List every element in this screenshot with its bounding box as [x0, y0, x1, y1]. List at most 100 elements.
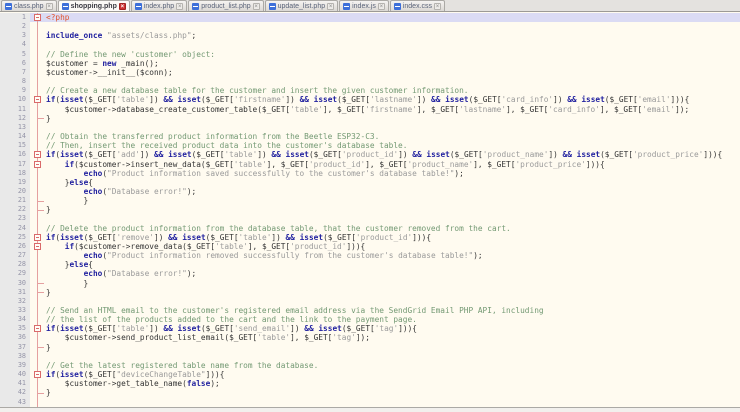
code-token: ])){ [398, 324, 417, 334]
tab-close-icon[interactable]: × [45, 2, 53, 10]
code-row: 16 if(isset($_GET['add']) && isset($_GET[… [0, 150, 740, 160]
code-token: 'table' [290, 104, 323, 114]
code-line[interactable] [46, 77, 740, 86]
code-line[interactable]: if(isset($_GET['remove']) && isset($_GET… [46, 233, 740, 242]
code-token: <?php [46, 13, 70, 22]
code-token: isset [60, 232, 84, 242]
code-line[interactable]: } [46, 114, 740, 123]
code-line[interactable]: // Then, insert the received product dat… [46, 141, 740, 150]
code-line[interactable] [46, 22, 740, 31]
tab-class-php[interactable]: class.php × [1, 0, 57, 11]
code-token: "deviceChangeTable" [116, 370, 206, 380]
code-token: 'product_price' [515, 159, 586, 169]
fold-collapse-icon[interactable] [34, 371, 41, 379]
code-line[interactable]: echo("Database error!"); [46, 269, 740, 278]
fold-collapse-icon[interactable] [34, 14, 41, 22]
code-token: if [64, 241, 75, 251]
code-line[interactable]: // Get the latest registered table name … [46, 361, 740, 370]
code-line[interactable] [46, 40, 740, 49]
fold-margin [30, 141, 46, 151]
fold-guide-line [37, 315, 38, 325]
code-token: 'tag' [374, 324, 399, 334]
code-token: ($_GET[ [83, 324, 117, 334]
tab-close-icon[interactable]: × [118, 2, 126, 10]
code-line[interactable]: $customer->send_product_list_email($_GET… [46, 333, 740, 342]
fold-margin [30, 13, 46, 23]
code-line[interactable]: } [46, 279, 740, 288]
code-line[interactable]: // Define the new 'customer' object: [46, 50, 740, 59]
code-line[interactable]: if($customer->insert_new_data($_GET['tab… [46, 160, 740, 169]
code-line[interactable]: }else{ [46, 178, 740, 187]
fold-margin [30, 40, 46, 50]
code-token: ])){ [585, 159, 605, 169]
code-token: isset [426, 150, 450, 160]
code-line[interactable]: $customer->__init__($conn); [46, 68, 740, 77]
code-line[interactable]: } [46, 205, 740, 214]
code-line[interactable]: $customer->get_table_name(false); [46, 379, 740, 388]
fold-collapse-icon[interactable] [34, 233, 41, 241]
tab-index-css[interactable]: index.css × [389, 0, 446, 11]
fold-collapse-icon[interactable] [34, 160, 41, 168]
code-row: 33 // Send an HTML email to the customer'… [0, 306, 740, 316]
code-line[interactable]: <?php [46, 13, 740, 23]
code-line[interactable]: echo("Product information removed succes… [46, 251, 740, 260]
code-line[interactable]: echo("Product information saved successf… [46, 169, 740, 178]
code-token: ], $_GET[ [473, 159, 516, 169]
code-line[interactable]: echo("Database error!"); [46, 187, 740, 196]
tab-label: index.php [143, 2, 175, 10]
tab-close-icon[interactable]: × [327, 2, 335, 10]
code-line[interactable]: if(isset($_GET['table']) && isset($_GET[… [46, 95, 740, 104]
tab-close-icon[interactable]: × [377, 2, 385, 10]
code-token: 'product_price' [632, 150, 704, 160]
tab-index-php[interactable]: index.php × [130, 0, 188, 11]
code-line[interactable]: } [46, 388, 740, 397]
code-token: 'lastname' [370, 95, 417, 105]
fold-collapse-icon[interactable] [34, 242, 41, 250]
code-row: 9 // Create a new database table for the … [0, 86, 740, 96]
tab-close-icon[interactable]: × [176, 2, 184, 10]
code-line[interactable]: if(isset($_GET["deviceChangeTable"])){ [46, 370, 740, 379]
code-line[interactable] [46, 123, 740, 132]
code-line[interactable]: if($customer->remove_data($_GET['table']… [46, 242, 740, 251]
line-number: 26 [0, 241, 30, 252]
code-line[interactable]: } [46, 288, 740, 297]
code-token: 'card_info' [501, 95, 554, 105]
tab-shopping-php[interactable]: shopping.php × [57, 0, 130, 11]
horizontal-scrollbar[interactable] [0, 407, 740, 412]
code-row: 5 // Define the new 'customer' object: [0, 49, 740, 59]
fold-margin [30, 49, 46, 59]
tab-close-icon[interactable]: × [252, 2, 260, 10]
code-row: 21 } [0, 196, 740, 206]
fold-guide-line [37, 351, 38, 361]
fold-margin [30, 260, 46, 270]
code-line[interactable]: if(isset($_GET['table']) && isset($_GET[… [46, 324, 740, 333]
code-line[interactable]: } [46, 343, 740, 352]
tab-product_list-php[interactable]: product_list.php × [188, 0, 264, 11]
fold-guide-line [37, 251, 38, 261]
fold-collapse-icon[interactable] [34, 96, 41, 104]
code-line[interactable] [46, 297, 740, 306]
tab-index-js[interactable]: index.js × [339, 0, 389, 11]
code-line[interactable]: // Obtain the transferred product inform… [46, 132, 740, 141]
tab-update_list-php[interactable]: update_list.php × [264, 0, 339, 11]
code-line[interactable] [46, 352, 740, 361]
fold-end-tick [38, 283, 44, 285]
code-line[interactable]: // the list of the products added to the… [46, 315, 740, 324]
code-line[interactable]: // Delete the product information from t… [46, 224, 740, 233]
fold-collapse-icon[interactable] [34, 151, 41, 159]
file-icon [61, 2, 69, 10]
tab-close-icon[interactable]: × [434, 2, 442, 10]
code-line[interactable]: }else{ [46, 260, 740, 269]
code-line[interactable]: include_once "assets/class.php"; [46, 31, 740, 40]
code-token: } [46, 260, 70, 270]
code-line[interactable]: // Send an HTML email to the customer's … [46, 306, 740, 315]
code-line[interactable]: } [46, 196, 740, 205]
code-line[interactable]: // Create a new database table for the c… [46, 86, 740, 95]
code-line[interactable]: $customer = new _main(); [46, 59, 740, 68]
code-line[interactable] [46, 398, 740, 407]
code-line[interactable]: if(isset($_GET['add']) && isset($_GET['t… [46, 150, 740, 159]
code-line[interactable]: $customer->database_create_customer_tabl… [46, 105, 740, 114]
fold-collapse-icon[interactable] [34, 325, 41, 333]
code-line[interactable] [46, 214, 740, 223]
